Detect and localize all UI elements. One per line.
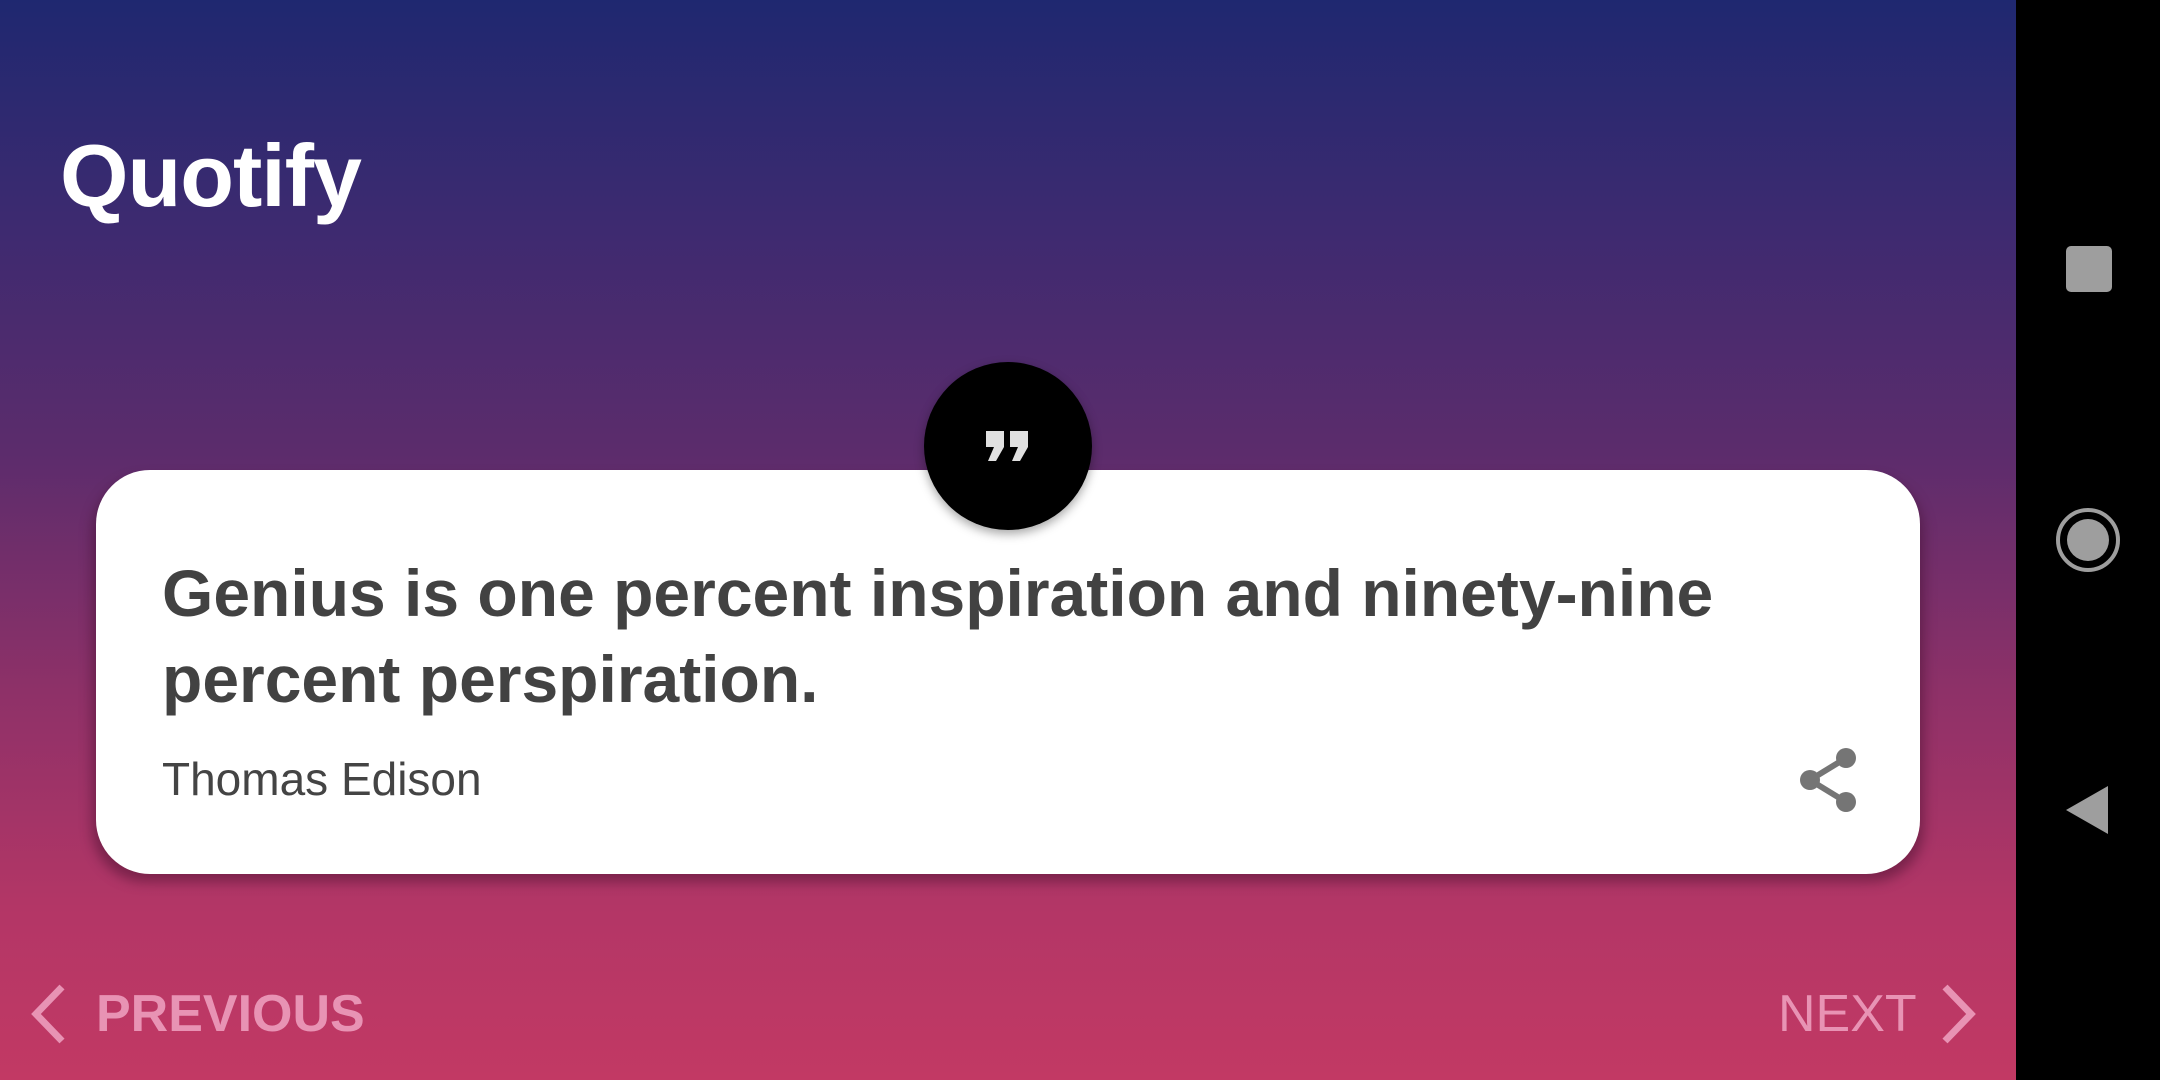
chevron-left-icon bbox=[31, 984, 65, 1044]
circle-home-icon bbox=[2056, 508, 2120, 572]
next-label: NEXT bbox=[1778, 985, 1917, 1043]
recents-button[interactable] bbox=[2066, 246, 2112, 292]
system-navigation-bar bbox=[2016, 0, 2160, 1080]
next-button[interactable]: NEXT bbox=[1778, 980, 1979, 1048]
home-button[interactable] bbox=[2054, 506, 2122, 574]
format-quote-icon bbox=[986, 431, 1028, 461]
screen: Quotify Genius is one percent inspiratio… bbox=[0, 0, 2160, 1080]
quote-card: Genius is one percent inspiration and ni… bbox=[96, 470, 1920, 874]
chevron-right-icon bbox=[1942, 984, 1976, 1044]
previous-label: PREVIOUS bbox=[96, 985, 365, 1043]
quote-author: Thomas Edison bbox=[162, 753, 482, 805]
previous-button[interactable]: PREVIOUS bbox=[28, 980, 365, 1048]
quote-badge bbox=[924, 362, 1092, 530]
back-button[interactable] bbox=[2062, 784, 2114, 836]
app-background: Quotify Genius is one percent inspiratio… bbox=[0, 0, 2016, 1080]
app-title: Quotify bbox=[60, 126, 362, 225]
triangle-back-icon bbox=[2066, 786, 2108, 834]
quote-text: Genius is one percent inspiration and ni… bbox=[162, 556, 1714, 716]
share-icon bbox=[1800, 748, 1856, 812]
share-button[interactable] bbox=[1796, 746, 1860, 814]
